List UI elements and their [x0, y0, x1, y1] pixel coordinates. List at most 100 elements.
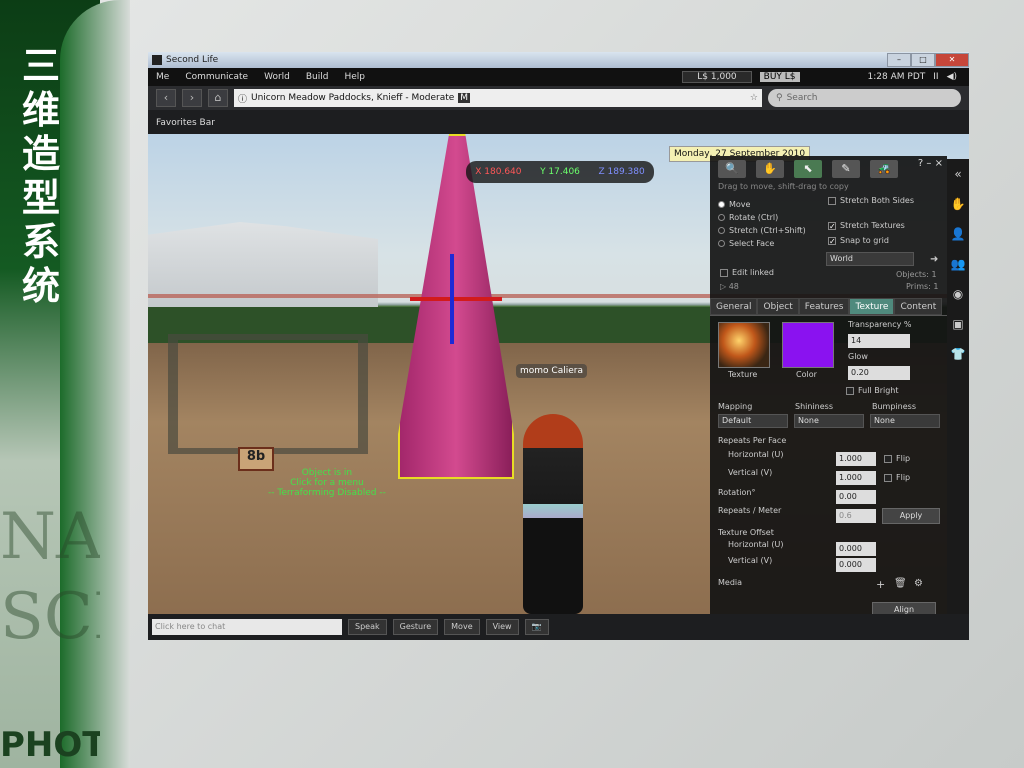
sidebar-appearance-icon[interactable]: 👕: [947, 339, 969, 369]
buy-currency-button[interactable]: BUY L$: [759, 72, 800, 82]
offset-h-label: Horizontal (U): [728, 540, 784, 549]
back-button[interactable]: ‹: [156, 89, 176, 107]
z-axis-arrow[interactable]: [450, 254, 454, 344]
sidebar-gesture-icon[interactable]: ✋: [947, 189, 969, 219]
menu-help[interactable]: Help: [344, 72, 365, 82]
objects-count: Objects: 1: [896, 270, 937, 279]
favorite-star-icon[interactable]: ☆: [750, 93, 758, 103]
help-icon[interactable]: ?: [918, 158, 923, 169]
edit-tool-icon[interactable]: ⬉: [794, 160, 822, 178]
vertical-repeat-input[interactable]: 1.000: [836, 471, 876, 485]
location-bar[interactable]: ⓘ Unicorn Meadow Paddocks, Knieff - Mode…: [234, 89, 762, 107]
flip-v-checkbox[interactable]: [884, 473, 892, 482]
sidebar-people-icon[interactable]: 👥: [947, 249, 969, 279]
grid-options-arrow-icon[interactable]: ➜: [930, 254, 938, 265]
stretch-textures-checkbox[interactable]: ✓: [828, 221, 836, 230]
mode-stretch[interactable]: Stretch (Ctrl+Shift): [718, 226, 806, 235]
menu-world[interactable]: World: [264, 72, 290, 82]
x-axis-arrow[interactable]: [410, 297, 502, 301]
mode-rotate[interactable]: Rotate (Ctrl): [718, 213, 778, 222]
mode-select-face[interactable]: Select Face: [718, 239, 774, 248]
snap-grid-checkbox[interactable]: ✓: [828, 236, 836, 245]
mapping-select[interactable]: Default: [718, 414, 788, 428]
avatar[interactable]: [523, 414, 583, 614]
move-tool-icon[interactable]: ✋: [756, 160, 784, 178]
create-tool-icon[interactable]: ✎: [832, 160, 860, 178]
mode-rotate-radio[interactable]: [718, 214, 725, 221]
snap-grid-option[interactable]: ✓ Snap to grid: [828, 236, 889, 245]
menu-communicate[interactable]: Communicate: [185, 72, 248, 82]
tab-content[interactable]: Content: [894, 298, 943, 315]
sidebar-collapse-icon[interactable]: «: [947, 159, 969, 189]
texture-swatch[interactable]: [718, 322, 770, 368]
info-icon[interactable]: ⓘ: [238, 92, 247, 105]
mode-stretch-radio[interactable]: [718, 227, 725, 234]
coord-y: Y 17.406: [540, 167, 580, 177]
color-swatch[interactable]: [782, 322, 834, 368]
stretch-textures-option[interactable]: ✓ Stretch Textures: [828, 221, 905, 230]
tab-general[interactable]: General: [710, 298, 758, 315]
mode-select-face-radio[interactable]: [718, 240, 725, 247]
view-button[interactable]: View: [485, 619, 519, 635]
sidebar-profile-icon[interactable]: 👤: [947, 219, 969, 249]
mode-move-radio[interactable]: [718, 201, 725, 208]
full-bright-option[interactable]: Full Bright: [846, 386, 899, 395]
edit-linked-checkbox[interactable]: [720, 268, 728, 277]
transparency-input[interactable]: 14: [848, 334, 910, 348]
stretch-both-checkbox[interactable]: [828, 196, 836, 205]
search-input[interactable]: ⚲ Search: [768, 89, 961, 107]
land-tool-icon[interactable]: 🚜: [870, 160, 898, 178]
menu-me[interactable]: Me: [156, 72, 169, 82]
menu-build[interactable]: Build: [306, 72, 329, 82]
add-media-icon[interactable]: +: [876, 578, 885, 591]
repeats-meter-label: Repeats / Meter: [718, 506, 782, 515]
search-placeholder: Search: [786, 93, 818, 103]
object-note-line-1: Object is in: [301, 468, 353, 478]
apply-button[interactable]: Apply: [882, 508, 940, 524]
offset-h-input[interactable]: 0.000: [836, 542, 876, 556]
mode-stretch-label: Stretch (Ctrl+Shift): [729, 226, 806, 235]
focus-tool-icon[interactable]: 🔍: [718, 160, 746, 178]
panel-minimize-button[interactable]: –: [926, 158, 931, 169]
texture-label: Texture: [728, 370, 758, 379]
edit-linked-option[interactable]: Edit linked: [720, 268, 774, 277]
home-button[interactable]: ⌂: [208, 89, 228, 107]
mode-move-label: Move: [729, 200, 751, 209]
snapshot-icon[interactable]: 📷: [524, 619, 549, 635]
delete-media-icon[interactable]: 🗑: [894, 578, 907, 589]
panel-close-button[interactable]: ×: [935, 158, 943, 169]
bumpiness-select[interactable]: None: [870, 414, 940, 428]
move-button[interactable]: Move: [444, 619, 480, 635]
flip-h-option[interactable]: Flip: [884, 454, 910, 463]
volume-icon[interactable]: ◀): [947, 72, 957, 82]
mode-move[interactable]: Move: [718, 200, 750, 209]
chat-input[interactable]: Click here to chat: [152, 619, 342, 635]
tab-features[interactable]: Features: [798, 298, 850, 315]
texture-offset-label: Texture Offset: [718, 528, 774, 537]
shininess-select[interactable]: None: [794, 414, 864, 428]
horizontal-repeat-input[interactable]: 1.000: [836, 452, 876, 466]
gesture-button[interactable]: Gesture: [392, 619, 439, 635]
sidebar-places-icon[interactable]: ◉: [947, 279, 969, 309]
glow-input[interactable]: 0.20: [848, 366, 910, 380]
grid-mode-select[interactable]: World: [826, 252, 914, 266]
maximize-button[interactable]: □: [911, 53, 935, 67]
stretch-both-option[interactable]: Stretch Both Sides: [828, 196, 914, 205]
flip-v-option[interactable]: Flip: [884, 473, 910, 482]
rotation-input[interactable]: 0.00: [836, 490, 876, 504]
pause-icon[interactable]: II: [933, 72, 938, 82]
flip-h-checkbox[interactable]: [884, 454, 892, 463]
minimize-button[interactable]: –: [887, 53, 911, 67]
speak-button[interactable]: Speak: [348, 619, 387, 635]
close-button[interactable]: ✕: [935, 53, 969, 67]
offset-v-input[interactable]: 0.000: [836, 558, 876, 572]
media-settings-icon[interactable]: ⚙: [914, 578, 923, 589]
full-bright-checkbox[interactable]: [846, 386, 854, 395]
app-logo-icon: [152, 55, 162, 65]
tab-object[interactable]: Object: [757, 298, 799, 315]
tab-texture[interactable]: Texture: [849, 298, 895, 315]
repeats-meter-input[interactable]: 0.6: [836, 509, 876, 523]
sidebar-inventory-icon[interactable]: ▣: [947, 309, 969, 339]
location-text: Unicorn Meadow Paddocks, Knieff - Modera…: [251, 93, 455, 103]
forward-button[interactable]: ›: [182, 89, 202, 107]
